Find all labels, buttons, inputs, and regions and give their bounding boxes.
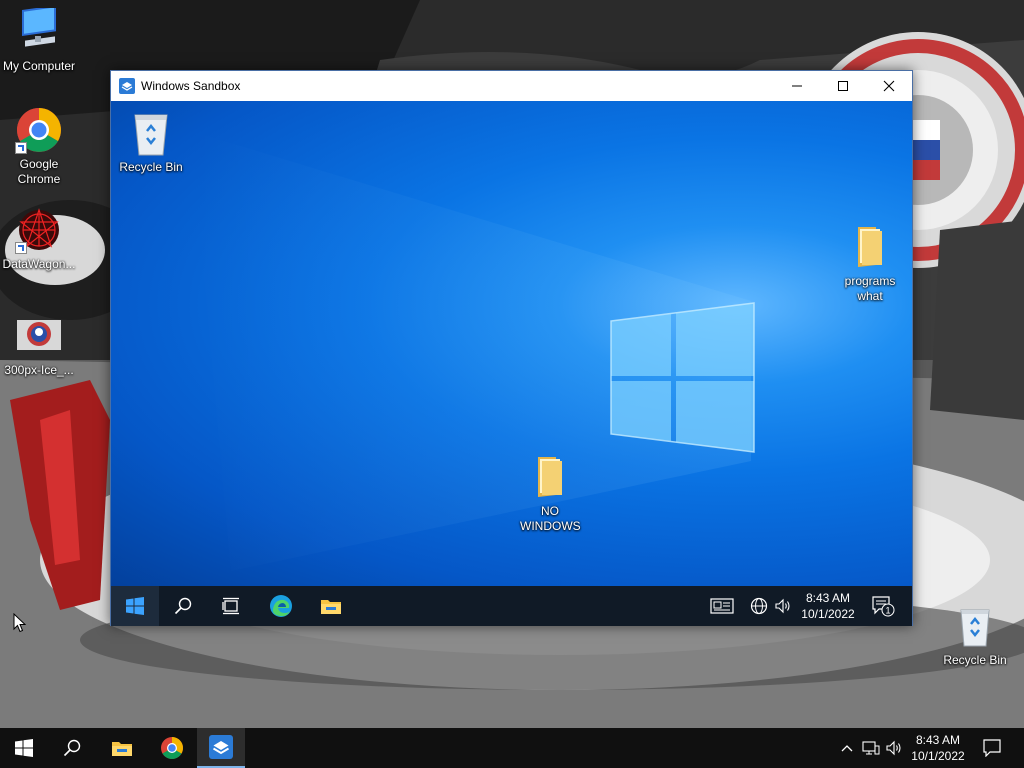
desktop-icon-image-file[interactable]: 300px-Ice_...: [0, 312, 78, 378]
network-tray-button[interactable]: [747, 586, 771, 626]
volume-tray-button[interactable]: [771, 586, 795, 626]
edge-icon: [270, 595, 292, 617]
desktop-icon-label: 300px-Ice_...: [4, 363, 74, 377]
start-button[interactable]: [111, 586, 159, 626]
desktop-icon-recycle-bin-host[interactable]: Recycle Bin: [936, 602, 1014, 668]
desktop-icon-label: DataWagon...: [2, 257, 76, 271]
host-clock[interactable]: 8:43 AM 10/1/2022: [906, 732, 970, 764]
recycle-bin-icon: [951, 602, 999, 650]
windows-sandbox-taskbar-button[interactable]: [197, 728, 245, 768]
clock-date: 10/1/2022: [911, 749, 965, 763]
minimize-button[interactable]: [774, 71, 820, 101]
close-button[interactable]: [866, 71, 912, 101]
clock-time: 8:43 AM: [915, 733, 961, 747]
mouse-cursor-icon: [13, 613, 27, 633]
news-icon: [710, 598, 734, 614]
minimize-icon: [792, 85, 802, 87]
recycle-bin-icon: [127, 109, 175, 157]
shortcut-arrow-icon: [15, 242, 27, 254]
shortcut-arrow-icon: [15, 142, 27, 154]
desktop-icon-label: NO WINDOWS: [520, 504, 581, 533]
folder-icon: [526, 453, 574, 501]
desktop-icon-google-chrome[interactable]: Google Chrome: [0, 106, 78, 187]
search-icon: [174, 597, 192, 615]
network-globe-icon: [750, 597, 768, 615]
desktop-icon-label: programs what: [844, 274, 896, 303]
chrome-taskbar-button[interactable]: [148, 728, 196, 768]
news-interests-button[interactable]: [703, 586, 741, 626]
clock-time: 8:43 AM: [805, 591, 851, 605]
action-center-button[interactable]: 1: [863, 586, 903, 626]
show-hidden-icons-button[interactable]: [836, 728, 858, 768]
search-button[interactable]: [159, 586, 207, 626]
notification-icon: 1: [872, 596, 895, 617]
clock-date: 10/1/2022: [801, 607, 855, 621]
chrome-icon: [15, 106, 63, 154]
action-center-button[interactable]: [972, 728, 1012, 768]
sandbox-clock[interactable]: 8:43 AM 10/1/2022: [797, 590, 859, 622]
search-button[interactable]: [48, 728, 96, 768]
sandbox-desktop[interactable]: Recycle Bin programs what NO WINDOWS: [111, 101, 912, 586]
desktop-icon-label: Google Chrome: [17, 157, 61, 186]
window-titlebar[interactable]: Windows Sandbox: [111, 71, 912, 101]
search-icon: [63, 739, 81, 757]
sandbox-icon-folder-programs-what[interactable]: programs what: [831, 223, 909, 304]
start-button[interactable]: [0, 728, 48, 768]
volume-icon: [775, 598, 790, 614]
file-explorer-taskbar-button[interactable]: [98, 728, 146, 768]
volume-icon: [886, 740, 901, 756]
close-icon: [883, 80, 895, 92]
desktop-icon-datawagon[interactable]: DataWagon...: [0, 206, 78, 272]
network-tray-button[interactable]: [859, 728, 883, 768]
image-thumbnail-icon: [15, 312, 63, 360]
sandbox-taskbar: 8:43 AM 10/1/2022 1: [111, 586, 912, 626]
file-explorer-icon: [321, 600, 341, 614]
edge-taskbar-button[interactable]: [257, 586, 305, 626]
windows-sandbox-window[interactable]: Windows Sandbox Recycle Bin programs wha…: [110, 70, 913, 626]
desktop-icon-label: Recycle Bin: [119, 160, 183, 174]
chrome-icon: [161, 737, 183, 759]
chevron-up-icon: [841, 745, 853, 752]
file-explorer-taskbar-button[interactable]: [307, 586, 355, 626]
folder-icon: [846, 223, 894, 271]
start-icon: [126, 597, 144, 615]
windows-sandbox-icon: [119, 78, 135, 94]
windows-sandbox-icon: [209, 735, 233, 759]
sandbox-icon-folder-no-windows[interactable]: NO WINDOWS: [511, 453, 589, 534]
host-taskbar: 8:43 AM 10/1/2022: [0, 728, 1024, 768]
desktop-icon-label: Recycle Bin: [943, 653, 1007, 667]
notification-badge: 1: [885, 606, 890, 616]
volume-tray-button[interactable]: [882, 728, 906, 768]
monitor-icon: [15, 5, 63, 56]
notification-icon: [983, 739, 1001, 757]
task-view-button[interactable]: [207, 586, 255, 626]
start-icon: [15, 739, 33, 757]
datawagon-icon: [15, 206, 63, 254]
file-explorer-icon: [112, 742, 132, 756]
maximize-button[interactable]: [820, 71, 866, 101]
network-icon: [862, 741, 880, 755]
desktop-icon-my-computer[interactable]: My Computer: [0, 5, 78, 74]
maximize-icon: [838, 81, 848, 91]
task-view-icon: [222, 597, 239, 615]
desktop-icon-label: My Computer: [2, 59, 76, 73]
window-title: Windows Sandbox: [141, 79, 241, 93]
sandbox-icon-recycle-bin[interactable]: Recycle Bin: [112, 109, 190, 175]
